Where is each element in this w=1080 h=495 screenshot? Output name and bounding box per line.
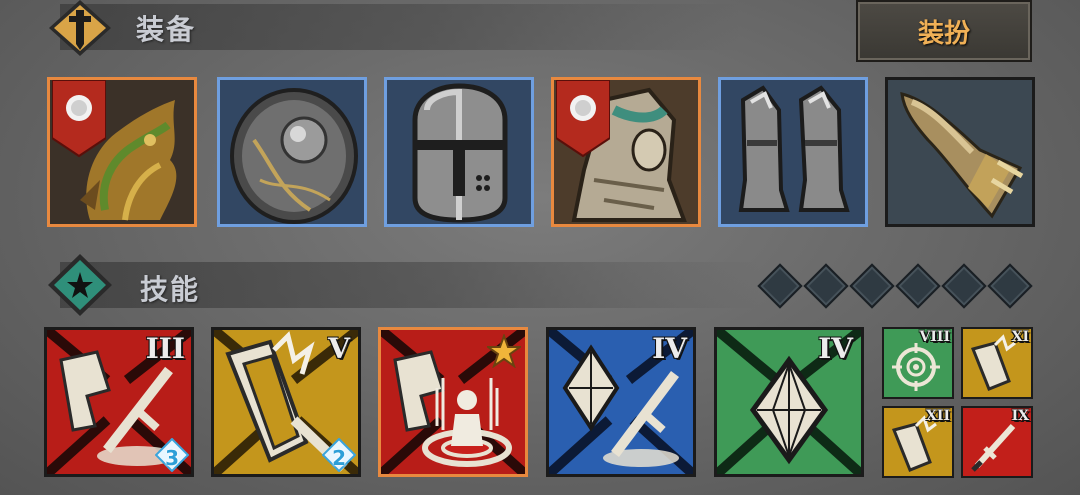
equipment-header-emblem <box>47 0 113 56</box>
star-icon <box>48 254 112 316</box>
banner-icon <box>52 80 106 158</box>
dragon-armor-slot[interactable] <box>47 77 197 227</box>
plate-armor-slot[interactable] <box>551 77 701 227</box>
skill-4[interactable]: IV <box>546 327 696 477</box>
empty-skill-slot[interactable] <box>941 263 987 309</box>
helmet-slot[interactable] <box>384 77 534 227</box>
skill-level-numeral: IV <box>818 332 853 365</box>
horn-icon <box>888 80 1032 224</box>
skill-level-numeral: VIII <box>919 329 950 345</box>
gem-count: 2 <box>332 446 346 470</box>
empty-skill-slot[interactable] <box>895 263 941 309</box>
horn-slot[interactable] <box>885 77 1035 227</box>
skill-level-numeral: XI <box>1011 329 1029 345</box>
great-helm-icon <box>387 80 531 224</box>
equipment-title: 装备 <box>136 13 197 46</box>
dress-up-label: 装扮 <box>917 18 970 49</box>
mini-skill-2[interactable]: XI <box>961 327 1033 399</box>
shield-slot[interactable] <box>217 77 367 227</box>
empty-skill-slot[interactable] <box>803 263 849 309</box>
skills-header-emblem <box>47 254 113 316</box>
empty-skill-slot[interactable] <box>987 263 1033 309</box>
mini-skill-4[interactable]: IX <box>961 406 1033 478</box>
skill-3[interactable] <box>378 327 528 477</box>
empty-skill-slot[interactable] <box>849 263 895 309</box>
empty-skill-slot[interactable] <box>757 263 803 309</box>
armored-boots-icon <box>721 80 865 224</box>
banner-icon <box>556 80 610 158</box>
favorite-star-icon <box>487 334 521 368</box>
skill-level-numeral: V <box>328 332 350 365</box>
gem-count: 3 <box>165 446 179 470</box>
dagger-icon <box>49 0 111 56</box>
skill-level-numeral: III <box>145 332 185 365</box>
skills-title: 技能 <box>140 273 201 306</box>
skill-2[interactable]: V 2 <box>211 327 361 477</box>
dress-up-button[interactable]: 装扮 <box>856 0 1032 62</box>
skill-1[interactable]: III 3 <box>44 327 194 477</box>
mini-skill-1[interactable]: VIII <box>882 327 954 399</box>
boots-slot[interactable] <box>718 77 868 227</box>
round-shield-icon <box>220 80 364 224</box>
skill-level-numeral: IV <box>652 332 687 365</box>
skill-level-numeral: IX <box>1011 408 1029 424</box>
mini-skill-3[interactable]: XII <box>882 406 954 478</box>
skill-5[interactable]: IV <box>714 327 864 477</box>
skill-level-numeral: XII <box>926 408 950 424</box>
